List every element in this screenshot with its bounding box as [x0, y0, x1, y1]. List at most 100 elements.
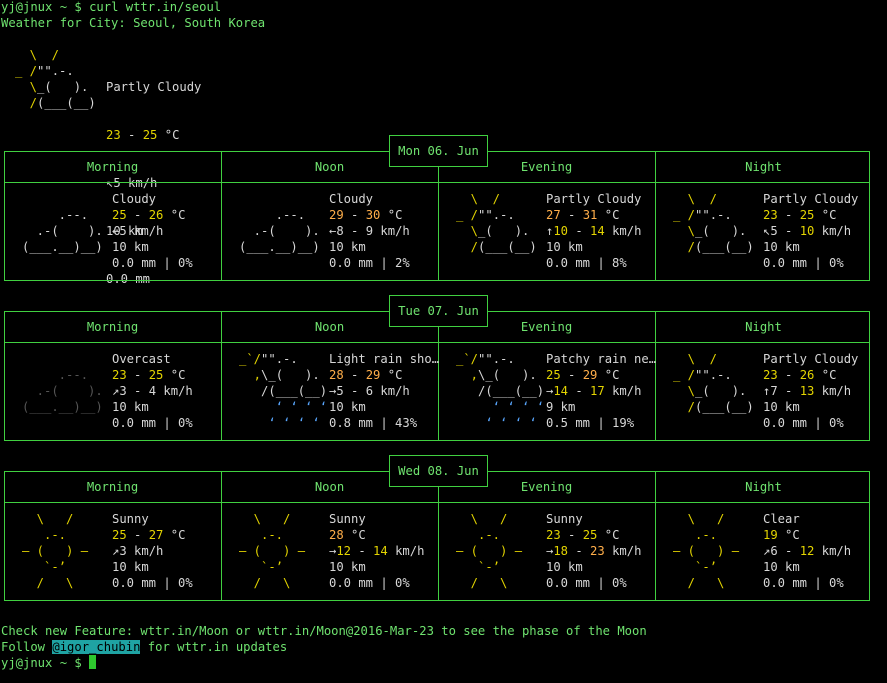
header-divider: [4, 182, 870, 183]
sunny-icon: \ / .-. ― ( ) ― `-’ / \: [673, 511, 739, 591]
visibility: 10 km: [329, 240, 366, 254]
icon-line: / \: [22, 576, 74, 590]
icon-line: /(___(__): [478, 384, 545, 398]
icon-line: (___.__)__): [22, 240, 103, 254]
icon-line: .-.: [673, 528, 718, 542]
temp-low: 25: [112, 528, 127, 542]
period-header: Morning: [86, 160, 139, 174]
icon-line: \ /: [673, 512, 725, 526]
temp-unit: °C: [387, 208, 403, 222]
icon-line: _ /"".-.: [673, 208, 732, 222]
temp-high: 25: [582, 528, 598, 542]
icon-line: \_( ).: [456, 224, 530, 238]
temp-high: 25: [799, 208, 815, 222]
temp-unit: °C: [604, 528, 620, 542]
period-info: Clear 19 °C ↗6 - 12 km/h 10 km 0.0 mm | 0%: [763, 511, 851, 591]
wind-low: 6: [770, 544, 778, 558]
temp-unit: °C: [387, 368, 403, 382]
icon-line: \ /: [456, 512, 508, 526]
temp-high: 30: [365, 208, 381, 222]
temp-low: 27: [546, 208, 561, 222]
precipitation: 0.0 mm | 0%: [546, 576, 627, 590]
temp-high: 25: [148, 368, 164, 382]
rain-icon: _`/"".-. ,\_( ). /(___(__) ‘ ‘ ‘ ‘ ‘ ‘ ‘…: [456, 351, 544, 431]
condition-text: Overcast: [112, 352, 171, 366]
period-info: Partly Cloudy 27 - 31 °C ↑10 - 14 km/h 10 k…: [546, 191, 641, 271]
icon-line: .-.: [239, 528, 284, 542]
icon-line: (___.__)__): [22, 400, 103, 414]
visibility: 10 km: [763, 560, 800, 574]
feature-line: Check new Feature: wttr.in/Moon or wttr.…: [1, 624, 647, 638]
icon-line: `-’: [239, 560, 284, 574]
period-info: Light rain sho… 28 - 29 °C →5 - 6 km/h 10 k…: [329, 351, 439, 431]
period-header: Evening: [520, 480, 573, 494]
icon-line: .-( ).: [22, 384, 103, 398]
temperature: 28 - 29 °C: [329, 368, 403, 382]
temperature: 23 - 25 °C: [546, 528, 620, 542]
temp-low: 19: [763, 528, 778, 542]
command-line: yj@jnux ~ $ curl wttr.in/seoul: [1, 0, 221, 15]
period-info: Partly Cloudy 23 - 25 °C ↖5 - 10 km/h 10 km…: [763, 191, 858, 271]
wind-high: 10: [799, 224, 815, 238]
condition-text: Patchy rain ne…: [546, 352, 657, 366]
wind-unit: km/h: [821, 384, 852, 398]
icon-line: `-’: [22, 560, 67, 574]
sunny-icon: \ / .-. ― ( ) ― `-’ / \: [456, 511, 522, 591]
temp-unit: °C: [604, 208, 620, 222]
icon-line: \_( ).: [673, 224, 747, 238]
temp-low: 25: [546, 368, 561, 382]
wind: ↑7 - 13 km/h: [763, 384, 852, 398]
condition-text: Partly Cloudy: [763, 352, 859, 366]
temperature: 25 - 27 °C: [112, 528, 186, 542]
temperature: 29 - 30 °C: [329, 208, 403, 222]
icon-line: / \: [239, 576, 291, 590]
temp-high: 27: [148, 528, 164, 542]
icon-line: _ /"".-.: [15, 64, 74, 78]
cursor[interactable]: [89, 655, 97, 669]
visibility: 10 km: [329, 400, 366, 414]
temp-low: 25: [112, 208, 127, 222]
icon-line: ― ( ) ―: [22, 544, 89, 558]
condition-text: Cloudy: [112, 192, 157, 206]
condition-text: Clear: [763, 512, 800, 526]
icon-line: (___.__)__): [239, 240, 320, 254]
period-info: Patchy rain ne… 25 - 29 °C →14 - 17 km/h 9 …: [546, 351, 656, 431]
period-header: Morning: [86, 320, 139, 334]
icon-line: \ /: [15, 48, 60, 62]
condition-text: Partly Cloudy: [546, 192, 642, 206]
temperature: 28 °C: [329, 527, 424, 543]
icon-line: \ /: [673, 352, 718, 366]
period-header: Evening: [520, 160, 573, 174]
temp-low: 28: [329, 368, 344, 382]
wind: ←8 - 9 km/h: [329, 224, 410, 238]
icon-line: .-( ).: [22, 224, 103, 238]
icon-line: ― ( ) ―: [673, 544, 740, 558]
visibility: 10 km: [546, 240, 583, 254]
wind: ←5 km/h: [112, 223, 193, 239]
temp-unit: °C: [170, 208, 186, 222]
wind-unit: km/h: [163, 384, 193, 398]
icon-line: ‘ ‘ ‘ ‘: [456, 400, 545, 414]
prompt-line[interactable]: yj@jnux ~ $: [1, 655, 97, 671]
twitter-handle-link[interactable]: @igor_chubin: [52, 640, 141, 654]
wind: ↗6 - 12 km/h: [763, 544, 852, 558]
wind-unit: km/h: [380, 224, 410, 238]
wind-unit: km/h: [612, 384, 642, 398]
wind-high: 17: [590, 384, 605, 398]
period-header: Noon: [314, 480, 345, 494]
precipitation: 0.0 mm | 8%: [546, 256, 627, 270]
temperature: 25 - 26 °C: [112, 208, 186, 222]
partly-cloudy-icon: \ / _ /"".-. \_( ). /(___(__): [673, 351, 754, 415]
icon-line: \ /: [239, 512, 291, 526]
precipitation: 0.0 mm | 0%: [112, 416, 193, 430]
period-info: Sunny 23 - 25 °C →18 - 23 km/h 10 km 0.0 mm …: [546, 511, 641, 591]
wind-high: 13: [799, 384, 815, 398]
temp-high: 29: [582, 368, 598, 382]
period-header: Night: [745, 160, 782, 174]
period-info: Partly Cloudy 23 - 26 °C ↑7 - 13 km/h 10 km…: [763, 351, 858, 431]
period-info: Cloudy 25 - 26 °C ←5 km/h 10 km 0.0 mm | 0%: [112, 191, 193, 271]
wind-high: 6: [365, 384, 374, 398]
temp-low: 23: [763, 368, 778, 382]
icon-line: \ /: [22, 512, 74, 526]
icon-line: \_( ).: [673, 384, 747, 398]
